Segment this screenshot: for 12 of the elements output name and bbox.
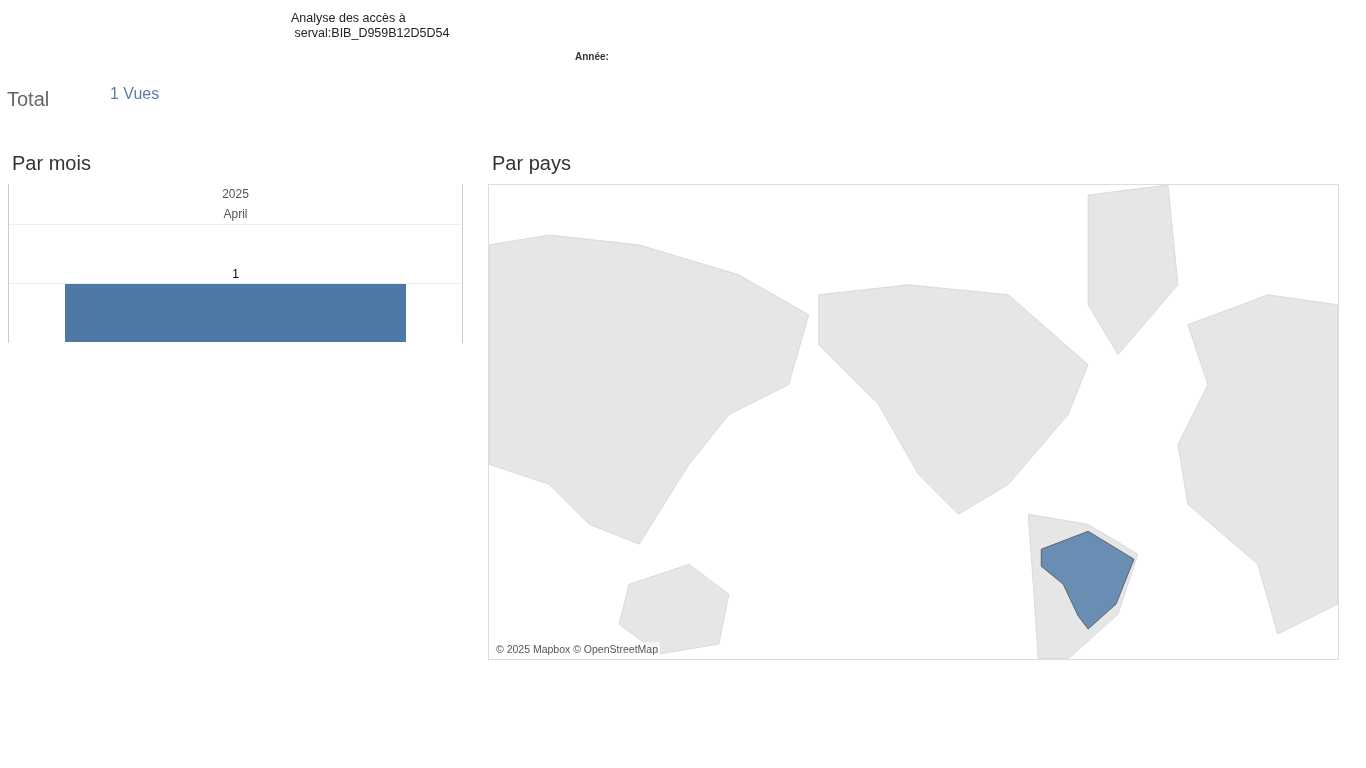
month-header: April: [223, 207, 248, 221]
data-label: 1: [232, 267, 239, 281]
year-header: 2025: [222, 187, 249, 201]
total-label: Total: [7, 88, 51, 111]
total-views-value: 1 Vues: [110, 85, 160, 103]
highlighted-country[interactable]: [1040, 530, 1135, 630]
dashboard-title: Analyse des accès à serval:BIB_D959B12D5D54: [291, 11, 450, 41]
section-heading: Par pays: [492, 152, 572, 176]
year-filter-label: Année:: [575, 51, 609, 62]
world-map[interactable]: © 2025 Mapbox © OpenStreetMap: [488, 184, 1339, 660]
section-heading: Par mois: [12, 152, 92, 176]
map-attribution: © 2025 Mapbox © OpenStreetMap: [494, 642, 660, 656]
